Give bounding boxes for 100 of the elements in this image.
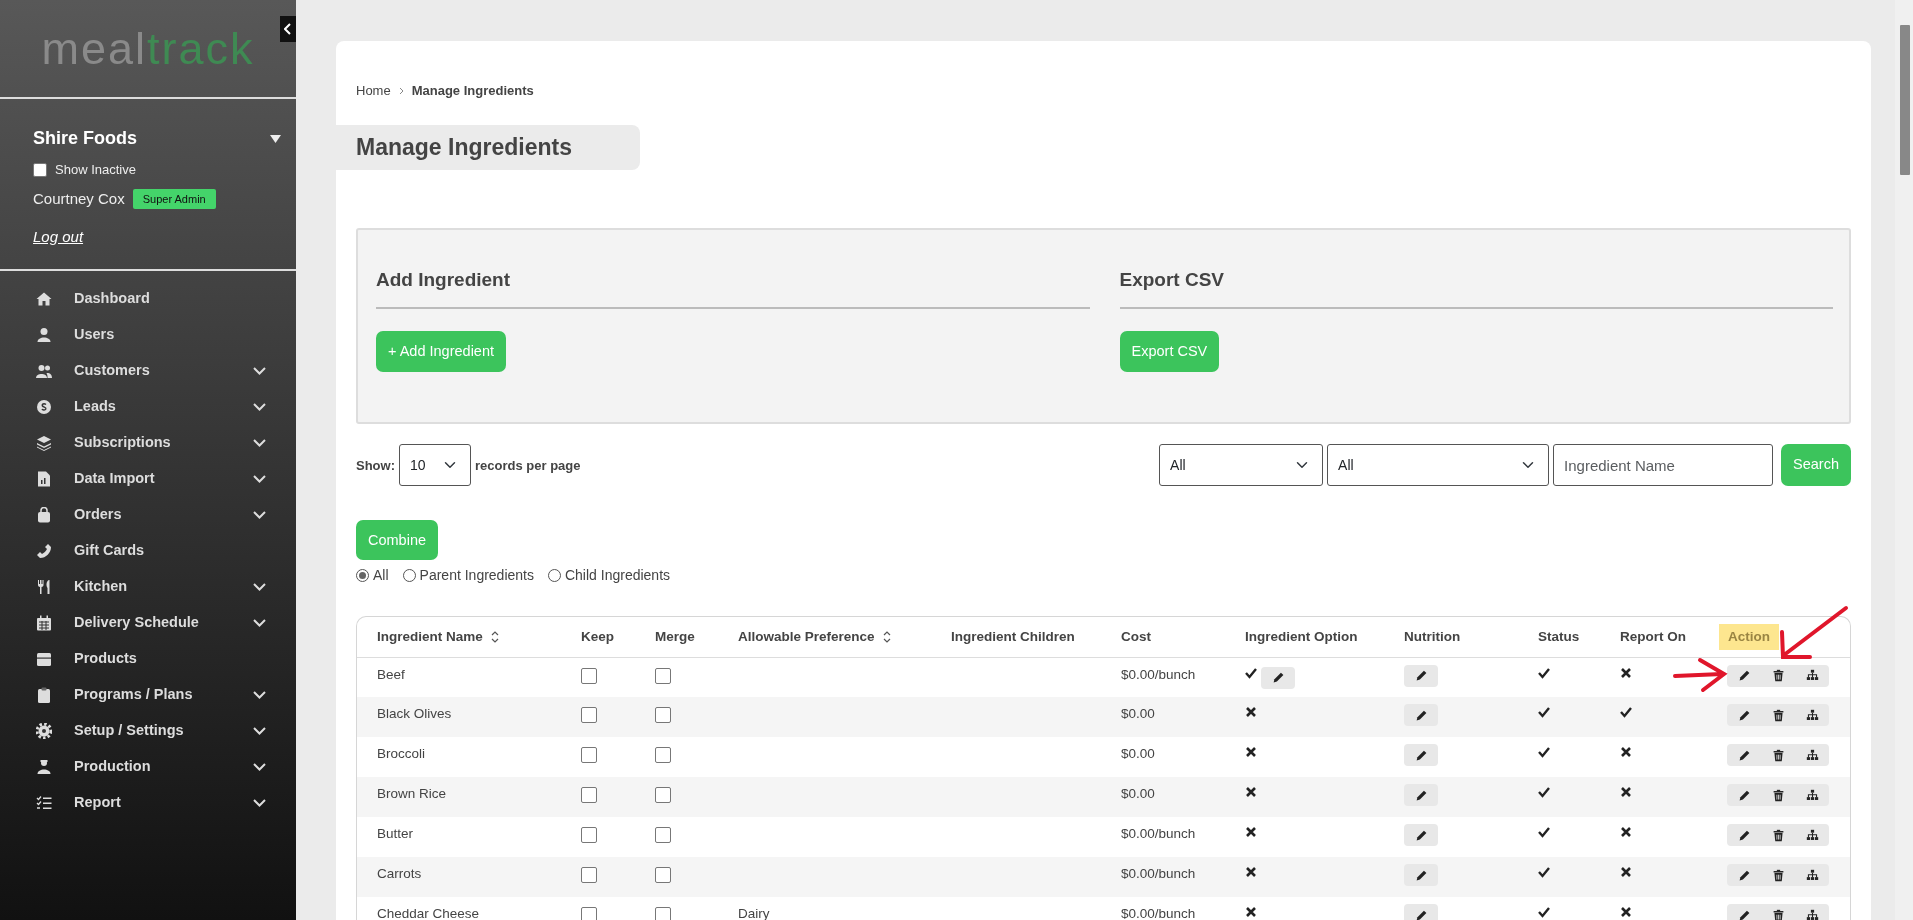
checkbox[interactable] xyxy=(581,907,597,920)
sidebar-item[interactable]: Kitchen xyxy=(0,569,296,605)
column-header: Ingredient Children xyxy=(951,627,1075,646)
gear-icon xyxy=(36,723,52,739)
checkbox-label: Show Inactive xyxy=(55,161,136,179)
filter-select[interactable]: All xyxy=(1159,444,1324,487)
column-header: Ingredient Option xyxy=(1245,627,1358,646)
pencil-icon xyxy=(1414,828,1428,842)
breadcrumb-link[interactable]: Home xyxy=(356,81,391,101)
column-header: Report On xyxy=(1620,627,1686,646)
column-header: Ingredient Name xyxy=(377,627,483,646)
sidebar-item[interactable]: Dashboard xyxy=(0,281,296,317)
checklist-icon xyxy=(36,795,52,811)
checkbox[interactable] xyxy=(581,707,597,724)
checkbox[interactable] xyxy=(655,867,671,884)
edit-button[interactable] xyxy=(1404,904,1438,920)
checkbox[interactable] xyxy=(655,747,671,764)
hierarchy-icon xyxy=(1805,708,1819,722)
edit-button[interactable] xyxy=(1261,666,1295,689)
checkbox[interactable] xyxy=(33,162,47,177)
checkbox[interactable] xyxy=(581,667,597,684)
pencil-icon xyxy=(1737,828,1751,842)
sort-icon[interactable] xyxy=(490,631,499,643)
sidebar-item[interactable]: Delivery Schedule xyxy=(0,605,296,641)
layers-icon xyxy=(36,435,52,451)
logout-link[interactable]: Log out xyxy=(33,226,84,249)
sidebar-item[interactable]: Gift Cards xyxy=(0,533,296,569)
clipboard-icon xyxy=(36,687,52,703)
table-cell: $0.00 xyxy=(1121,746,1155,762)
table-cell: $0.00/bunch xyxy=(1121,666,1196,682)
dropdown-icon[interactable] xyxy=(270,135,281,144)
collapse-button[interactable] xyxy=(280,16,296,42)
hierarchy-icon xyxy=(1805,788,1819,802)
sidebar-item[interactable]: Leads xyxy=(0,389,296,425)
checkbox[interactable] xyxy=(581,867,597,884)
edit-button[interactable] xyxy=(1404,784,1438,807)
table-cell: $0.00/bunch xyxy=(1121,866,1196,882)
table-cell: Beef xyxy=(377,666,405,682)
sidebar-item[interactable]: Users xyxy=(0,317,296,353)
sidebar-item[interactable]: Setup / Settings xyxy=(0,713,296,749)
sidebar-item[interactable]: Customers xyxy=(0,353,296,389)
annotation-arrow xyxy=(1673,658,1728,692)
column-header: Keep xyxy=(581,627,614,646)
pencil-icon xyxy=(1737,708,1751,722)
pencil-icon xyxy=(1414,908,1428,920)
pencil-icon xyxy=(1737,748,1751,762)
chevron-left-icon xyxy=(284,23,292,35)
checkbox[interactable] xyxy=(581,827,597,844)
radio-checked-icon xyxy=(356,569,369,583)
sort-icon[interactable] xyxy=(882,631,891,643)
hierarchy-icon xyxy=(1805,748,1819,762)
company-name: Shire Foods xyxy=(33,127,137,150)
radio-icon xyxy=(547,569,561,583)
pencil-icon xyxy=(1414,669,1428,683)
user-icon xyxy=(36,327,52,343)
utensils-icon xyxy=(36,579,52,595)
edit-button[interactable] xyxy=(1404,824,1438,847)
table-cell: $0.00 xyxy=(1121,786,1155,802)
sidebar-item[interactable]: Subscriptions xyxy=(0,425,296,461)
box-icon xyxy=(36,651,52,667)
sidebar-item[interactable]: Production xyxy=(0,749,296,785)
chevron-right-icon xyxy=(398,86,404,95)
pencil-icon xyxy=(1414,708,1428,722)
checkbox[interactable] xyxy=(581,787,597,804)
radio-option[interactable]: Child Ingredients xyxy=(547,565,671,587)
section-heading: Add Ingredient xyxy=(376,266,1090,309)
trash-icon xyxy=(1771,788,1785,802)
show-label: Show: xyxy=(356,456,395,475)
sidebar-item[interactable]: Products xyxy=(0,641,296,677)
checkbox[interactable] xyxy=(655,907,671,920)
sidebar-item[interactable]: Programs / Plans xyxy=(0,677,296,713)
pencil-icon xyxy=(1414,868,1428,882)
pencil-icon xyxy=(1271,671,1285,685)
edit-button[interactable] xyxy=(1404,664,1438,687)
worker-icon xyxy=(36,759,52,775)
pencil-icon xyxy=(1737,908,1751,920)
sidebar-item[interactable]: Orders xyxy=(0,497,296,533)
edit-button[interactable] xyxy=(1404,864,1438,887)
table-cell: $0.00 xyxy=(1121,706,1155,722)
edit-button[interactable] xyxy=(1404,744,1438,767)
radio-icon xyxy=(402,569,416,583)
edit-button[interactable] xyxy=(1404,704,1438,727)
checkbox[interactable] xyxy=(581,747,597,764)
sidebar-item[interactable]: Data Import xyxy=(0,461,296,497)
filter-select[interactable]: All xyxy=(1327,444,1550,487)
radio-option[interactable]: Parent Ingredients xyxy=(402,565,534,587)
column-header: Allowable Preference xyxy=(738,627,875,646)
scrollbar[interactable] xyxy=(1895,0,1913,920)
radio-option[interactable]: All xyxy=(356,565,389,587)
checkbox[interactable] xyxy=(655,827,671,844)
records-per-page-select[interactable]: 10 xyxy=(399,444,471,487)
checkbox[interactable] xyxy=(655,667,671,684)
calendar-icon xyxy=(36,615,52,631)
sidebar-item[interactable]: Report xyxy=(0,785,296,821)
hierarchy-icon xyxy=(1805,908,1819,920)
search-field[interactable]: Ingredient Name xyxy=(1553,444,1774,487)
checkbox[interactable] xyxy=(655,707,671,724)
checkbox[interactable] xyxy=(655,787,671,804)
trash-icon xyxy=(1771,748,1785,762)
column-header: Status xyxy=(1538,627,1580,646)
